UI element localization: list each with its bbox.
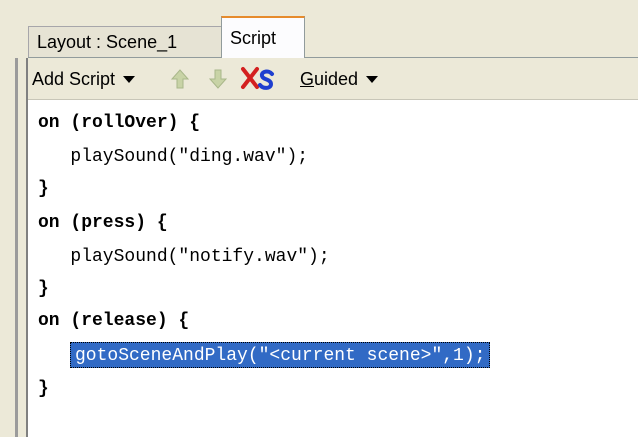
code-line: } (38, 179, 49, 199)
delete-script-icon (241, 67, 274, 90)
window-border (15, 0, 18, 437)
code-line: } (38, 279, 49, 299)
guided-label: uided (314, 68, 359, 89)
add-script-dropdown[interactable]: Add Script (32, 58, 136, 100)
move-down-button[interactable] (206, 58, 230, 100)
script-editor[interactable]: on (rollOver) { playSound("ding.wav"); }… (28, 100, 638, 437)
guided-accesskey: G (300, 68, 315, 89)
tab-bar: Layout : Scene_1 Script (0, 0, 638, 58)
delete-script-button[interactable] (240, 58, 276, 100)
script-toolbar: Add Script Guided (28, 58, 638, 100)
move-up-button[interactable] (168, 58, 192, 100)
code-line: playSound("notify.wav"); (38, 247, 330, 267)
script-window: Layout : Scene_1 Script Add Script G uid… (0, 0, 638, 437)
chevron-down-icon (366, 75, 379, 83)
tab-script[interactable]: Script (221, 16, 305, 58)
selected-code-line[interactable]: gotoSceneAndPlay("<current scene>",1); (70, 342, 491, 368)
code-line: on (release) { (38, 311, 190, 331)
guided-dropdown[interactable]: Guided (300, 58, 379, 100)
code-line: on (rollOver) { (38, 113, 201, 133)
add-script-label: Add Script (32, 68, 116, 89)
chevron-down-icon (123, 75, 136, 83)
tab-layout[interactable]: Layout : Scene_1 (28, 26, 222, 58)
arrow-down-icon (208, 69, 228, 89)
arrow-up-icon (170, 69, 190, 89)
code-line: playSound("ding.wav"); (38, 147, 309, 167)
code-line: } (38, 379, 49, 399)
code-line: on (press) { (38, 213, 168, 233)
